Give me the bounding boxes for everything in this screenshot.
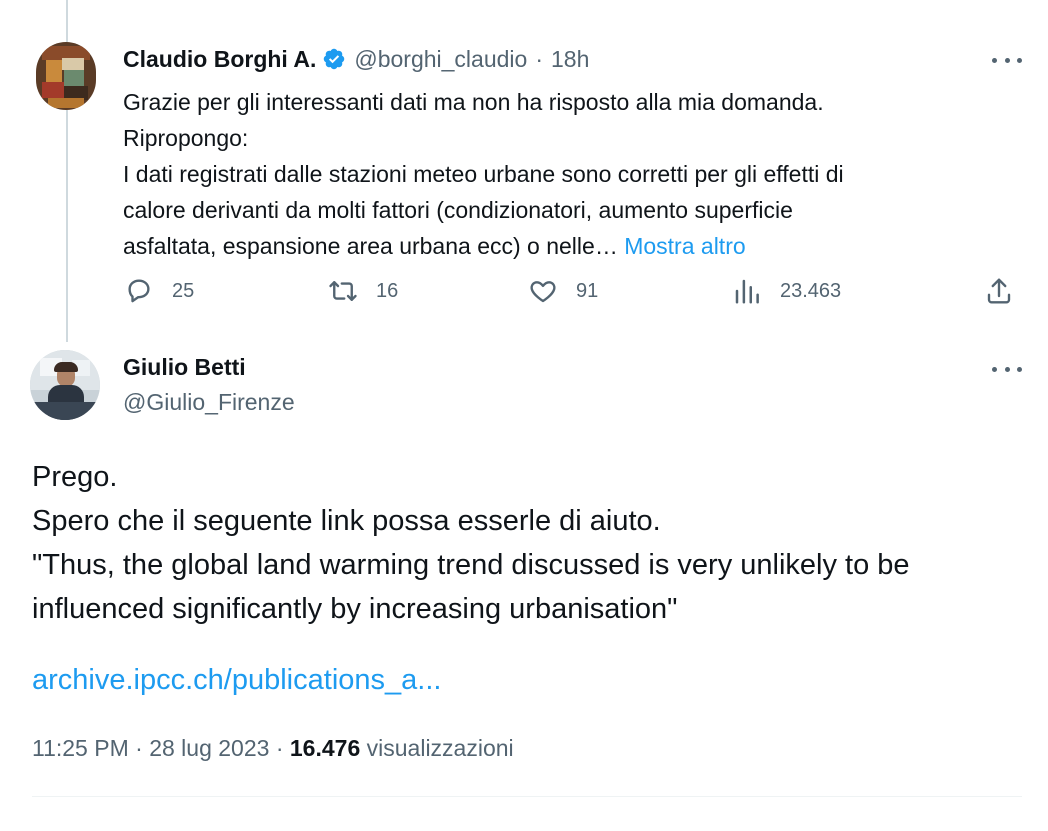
text-line: Ripropongo: [123,125,249,151]
reply-button[interactable]: 25 [124,276,194,306]
author-name[interactable]: Giulio Betti [123,354,246,381]
like-icon [530,281,556,303]
separator-dot: · [135,735,143,761]
author-handle[interactable]: @Giulio_Firenze [123,389,295,416]
reply-icon [128,279,150,303]
views-label: visualizzazioni [366,735,514,761]
parent-tweet-header: Claudio Borghi A. @borghi_claudio · 18h [123,44,589,74]
like-count: 91 [576,279,599,302]
tweet-actions: 25 16 91 23.463 [0,276,1048,312]
text-line: Spero che il seguente link possa esserle… [32,505,661,537]
text-line: calore derivanti da molti fattori (condi… [123,197,793,223]
views-button[interactable]: 23.463 [732,276,841,306]
separator-dot: · [275,735,284,761]
verified-badge-icon [324,48,345,70]
author-name[interactable]: Claudio Borghi A. [123,46,316,73]
more-icon[interactable] [992,48,1022,72]
tweet-time[interactable]: 18h [551,46,589,73]
repost-button[interactable]: 16 [328,276,398,306]
tweet-meta: 11:25 PM · 28 lug 2023 · 16.476 visualiz… [32,735,514,762]
views-icon [735,279,759,304]
share-icon [987,278,1011,304]
parent-tweet-text: Grazie per gli interessanti dati ma non … [123,84,1003,264]
main-tweet-text: Prego. Spero che il seguente link possa … [32,455,1022,631]
repost-icon [329,281,357,301]
tweet-date[interactable]: 28 lug 2023 [149,735,269,761]
tweet-link[interactable]: archive.ipcc.ch/publications_a... [32,664,441,697]
author-handle[interactable]: @borghi_claudio [354,46,527,73]
text-line: "Thus, the global land warming trend dis… [32,549,910,581]
more-icon[interactable] [992,357,1022,381]
show-more-link[interactable]: Mostra altro [624,233,745,259]
avatar-claudio[interactable] [36,42,96,110]
text-line: Grazie per gli interessanti dati ma non … [123,89,824,115]
text-line: influenced significantly by increasing u… [32,593,678,625]
views-count: 23.463 [780,279,842,302]
reply-count: 25 [172,279,195,302]
text-line: I dati registrati dalle stazioni meteo u… [123,161,844,187]
views-count: 16.476 [289,735,361,761]
text-line: Prego. [32,461,118,493]
text-line-last: asfaltata, espansione area urbana ecc) o… [123,228,1003,264]
divider [32,796,1022,797]
tweet-time[interactable]: 11:25 PM [32,735,129,761]
like-button[interactable]: 91 [528,276,598,306]
text-truncated: asfaltata, espansione area urbana ecc) o… [123,233,618,259]
share-button[interactable] [984,276,1014,306]
avatar-giulio[interactable] [30,350,100,420]
repost-count: 16 [376,279,399,302]
separator-dot: · [535,45,543,72]
